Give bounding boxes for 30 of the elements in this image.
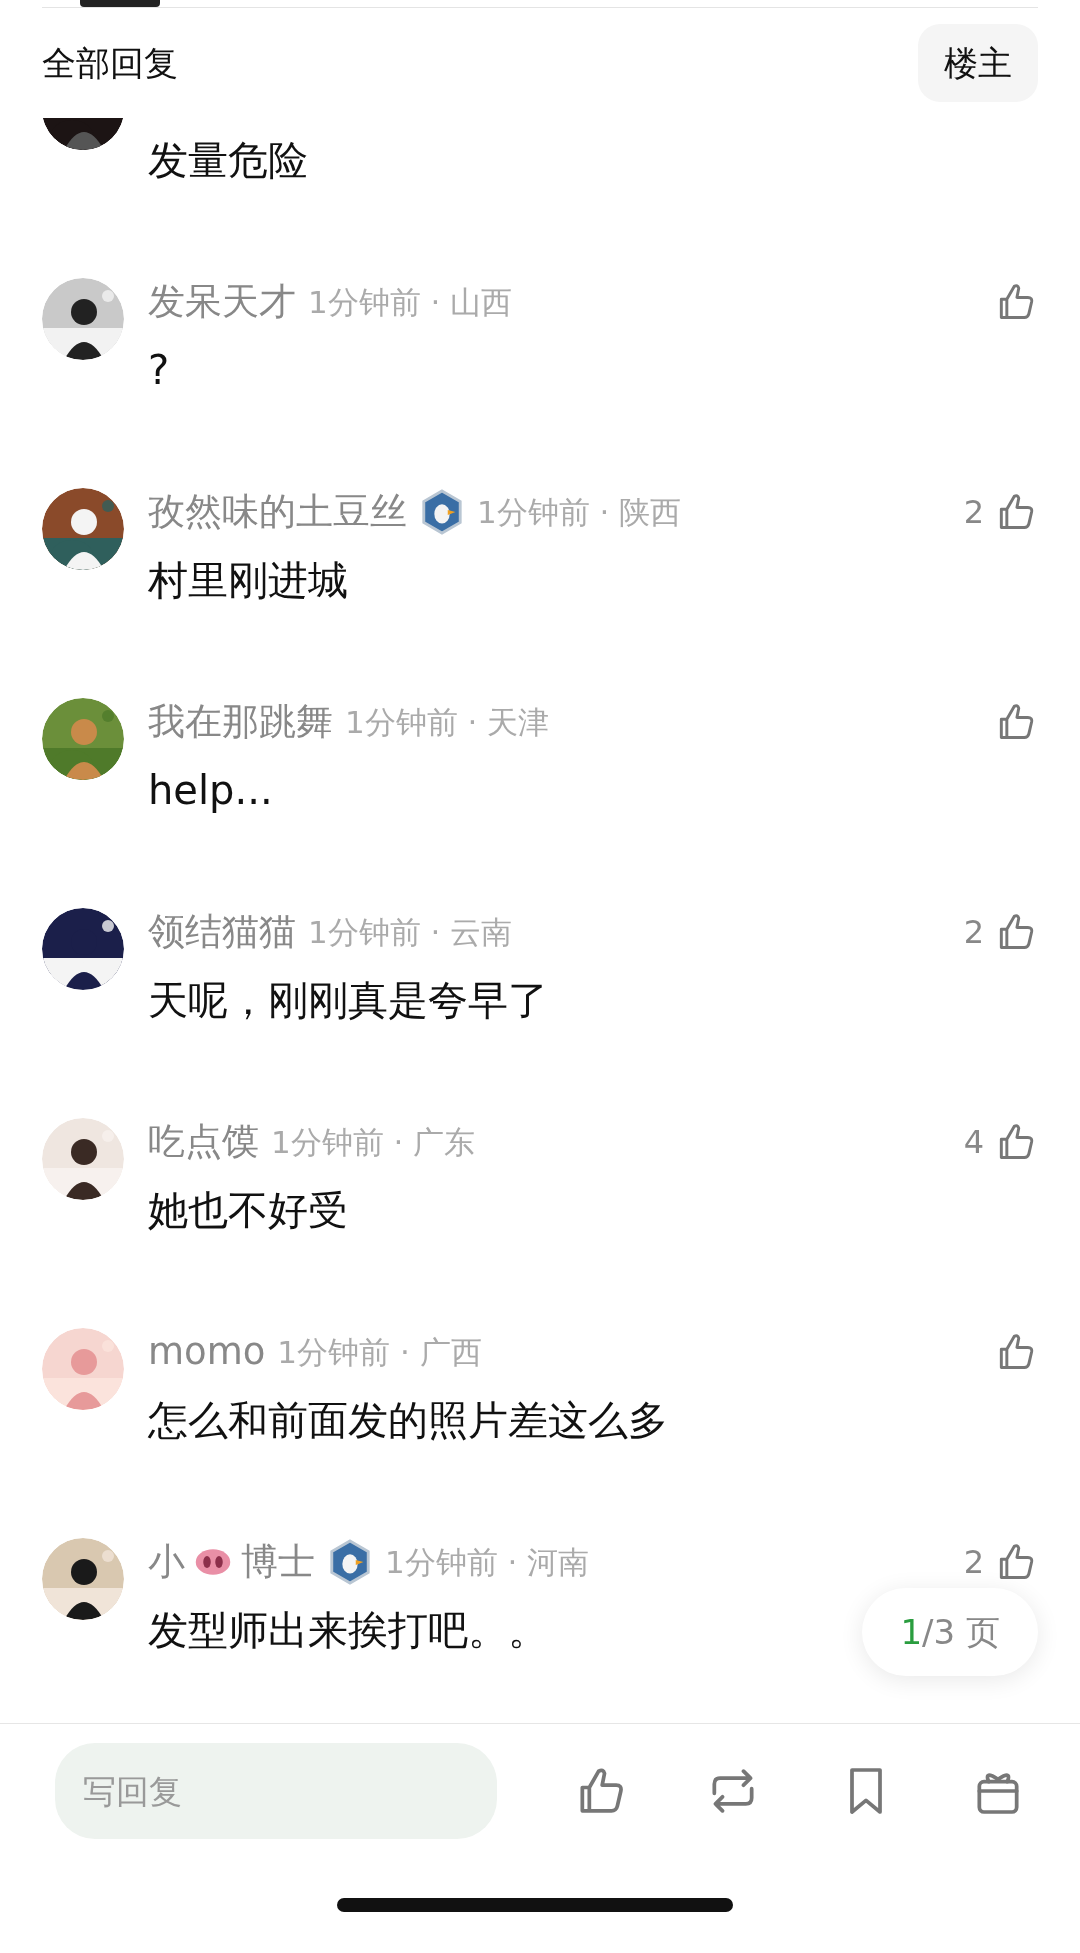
comment-meta: 1分钟前 · 云南 <box>308 913 513 952</box>
comment-meta: 1分钟前 · 广西 <box>277 1333 482 1372</box>
comment-meta: 1分钟前 · 山西 <box>308 283 513 322</box>
user-name[interactable]: 吃点馍 <box>148 1118 259 1166</box>
comment-text: 发量危险 <box>148 136 308 185</box>
like-count: 2 <box>963 1542 984 1583</box>
user-name[interactable]: 孜然味的土豆丝 <box>148 488 407 536</box>
comment-text: 天呢，刚刚真是夸早了 <box>148 976 548 1025</box>
user-name[interactable]: 我在那跳舞 <box>148 698 333 746</box>
comment-meta: 1分钟前 · 河南 <box>385 1543 590 1582</box>
section-title: 全部回复 <box>42 41 178 85</box>
page-indicator[interactable]: 1/3 页 <box>862 1588 1038 1676</box>
comment-text: help... <box>148 766 273 815</box>
comment-text: 怎么和前面发的照片差这么多 <box>148 1396 668 1445</box>
comment-text: ? <box>148 346 170 395</box>
user-name[interactable]: momo <box>148 1328 266 1376</box>
reply-field[interactable]: 写回复 <box>55 1743 497 1839</box>
filter-button[interactable]: 楼主 <box>918 24 1038 102</box>
comment-meta: 1分钟前 · 天津 <box>345 703 550 742</box>
comment-text: 她也不好受 <box>148 1186 348 1235</box>
user-name[interactable]: 发呆天才 <box>148 278 296 326</box>
like-count: 2 <box>963 492 984 533</box>
comment-text: 发型师出来挨打吧。。 <box>148 1606 548 1655</box>
comment-meta: 1分钟前 · 陕西 <box>477 493 682 532</box>
comment-text: 村里刚进城 <box>148 556 348 605</box>
user-name[interactable]: 领结猫猫 <box>148 908 296 956</box>
like-count: 2 <box>963 912 984 953</box>
user-name[interactable]: 小 博士 <box>148 1538 315 1586</box>
comment-meta: 1分钟前 · 广东 <box>271 1123 476 1162</box>
like-count: 4 <box>963 1122 984 1163</box>
